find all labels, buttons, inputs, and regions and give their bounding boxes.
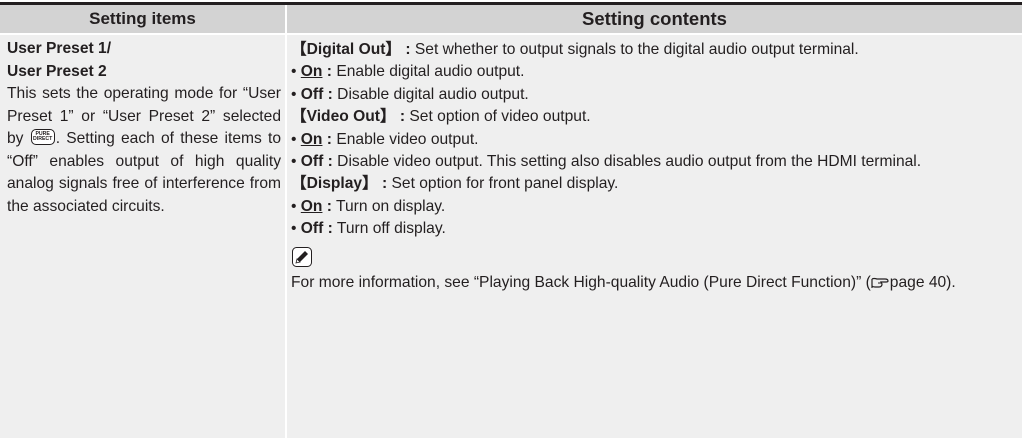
item-title-line2: User Preset 2	[7, 62, 107, 80]
option-desc: Turn off display.	[332, 220, 446, 238]
icon-label-bottom: DIRECT	[33, 136, 53, 142]
video-out-desc: Set option of video output.	[405, 108, 591, 126]
column-divider	[285, 5, 287, 438]
option-colon: :	[322, 197, 332, 215]
item-description: This sets the operating mode for “User P…	[7, 83, 281, 218]
option-desc: Disable video output. This setting also …	[332, 153, 922, 171]
video-out-on: • On : Enable video output.	[291, 130, 479, 148]
digital-out-heading: 【Digital Out】 : Set whether to output si…	[291, 39, 1014, 61]
note-page-ref[interactable]: page 40	[890, 274, 946, 291]
option-on-label: On	[300, 197, 323, 215]
option-desc: Enable digital audio output.	[331, 63, 525, 81]
header-setting-items: Setting items	[0, 5, 285, 33]
item-title-line1: User Preset 1/	[7, 40, 112, 57]
video-out-off: • Off : Disable video output. This setti…	[291, 153, 922, 171]
display-label: 【Display】 :	[291, 175, 388, 193]
digital-out-off: • Off : Disable digital audio output.	[291, 85, 529, 103]
note-text-end: ).	[946, 273, 956, 291]
pointing-hand-icon	[871, 277, 889, 288]
option-desc: Disable digital audio output.	[332, 85, 529, 103]
digital-out-desc: Set whether to output signals to the dig…	[410, 41, 859, 58]
digital-out-on: • On : Enable digital audio output.	[291, 63, 525, 81]
video-out-heading: 【Video Out】 : Set option of video output…	[291, 106, 1014, 128]
note-text: For more information, see “Playing Back …	[291, 272, 1014, 294]
display-off: • Off : Turn off display.	[291, 220, 446, 238]
option-colon: :	[322, 130, 332, 148]
option-desc: Enable video output.	[331, 130, 479, 148]
option-colon: :	[322, 63, 332, 81]
option-off-label: Off :	[300, 220, 333, 238]
option-desc: Turn on display.	[331, 197, 446, 215]
option-off-label: Off :	[300, 85, 333, 103]
digital-out-label: 【Digital Out】 :	[291, 41, 411, 58]
note-text-main: For more information, see “Playing Back …	[291, 273, 871, 291]
option-off-label: Off :	[300, 153, 333, 171]
option-on-label: On	[300, 63, 323, 81]
desc-period: .	[55, 130, 61, 147]
setting-contents-cell: 【Digital Out】 : Set whether to output si…	[291, 39, 1014, 294]
display-on: • On : Turn on display.	[291, 197, 446, 215]
video-out-label: 【Video Out】 :	[291, 108, 406, 126]
pure-direct-button-icon: PURE DIRECT	[30, 129, 55, 145]
display-desc: Set option for front panel display.	[387, 175, 619, 193]
display-heading: 【Display】 : Set option for front panel d…	[291, 173, 1014, 195]
option-on-label: On	[300, 130, 323, 148]
header-setting-contents: Setting contents	[287, 5, 1022, 33]
setting-item-cell: User Preset 1/ User Preset 2 This sets t…	[7, 38, 281, 218]
pencil-note-icon	[292, 246, 312, 267]
